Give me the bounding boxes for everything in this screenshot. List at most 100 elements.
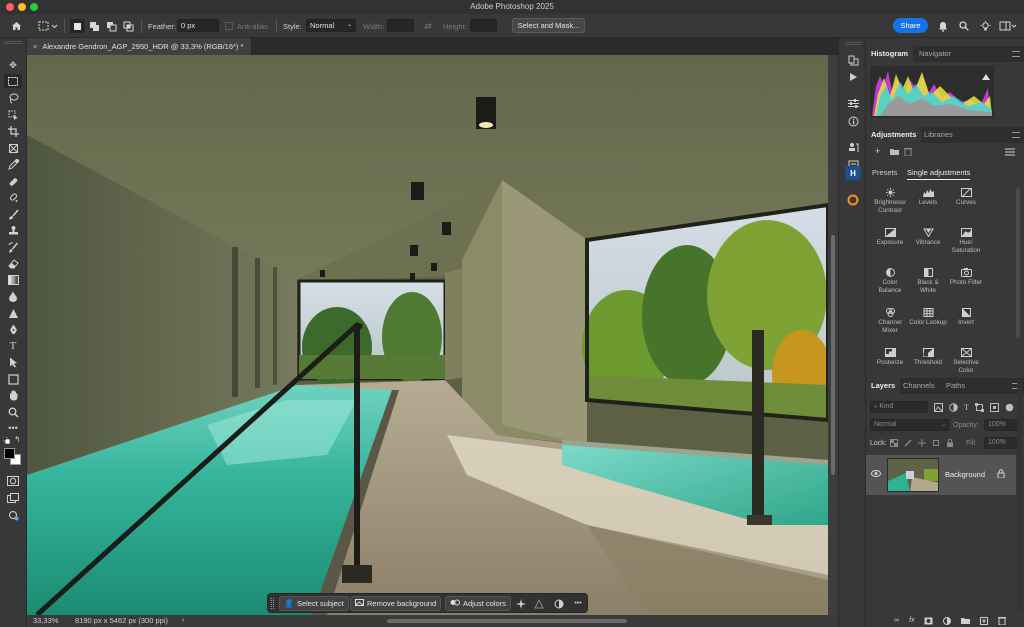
new-selection-icon[interactable] — [70, 19, 85, 33]
eye-icon[interactable] — [871, 470, 881, 479]
horizontal-scroll-thumb[interactable] — [387, 619, 627, 623]
rectangular-marquee-tool-icon[interactable] — [4, 74, 22, 88]
style-select[interactable]: Normal ⌄ — [306, 19, 356, 32]
opacity-input[interactable]: 100% — [984, 419, 1018, 431]
new-adjustment-layer-icon[interactable] — [943, 616, 952, 625]
default-colors-icon[interactable] — [2, 436, 10, 444]
tab-paths[interactable]: Paths — [941, 378, 970, 394]
remove-tool-icon[interactable] — [4, 190, 22, 204]
plugin-ring-icon[interactable] — [845, 193, 861, 207]
spot-healing-brush-tool-icon[interactable] — [4, 174, 22, 188]
lock-transparent-icon[interactable] — [890, 439, 898, 447]
layer-style-icon[interactable]: fx — [909, 617, 914, 624]
adjustment-black-white[interactable]: Black & White — [909, 268, 947, 294]
tab-adjustments[interactable]: Adjustments — [866, 127, 922, 143]
crop-tool-icon[interactable] — [4, 124, 22, 138]
edit-toolbar-icon[interactable] — [4, 508, 22, 522]
lock-artboard-icon[interactable] — [932, 439, 940, 447]
fill-input[interactable]: 100% — [984, 437, 1018, 449]
adjustment-hue-saturation[interactable]: Hue/ Saturation — [947, 228, 985, 254]
add-to-selection-icon[interactable] — [87, 19, 101, 33]
history-panel-icon[interactable] — [845, 53, 861, 67]
swap-dimensions-icon[interactable]: ⇄ — [422, 19, 434, 33]
adjustment-brightness-contrast[interactable]: Brightness/ Contrast — [871, 188, 909, 214]
move-tool-icon[interactable]: ✥ — [4, 58, 22, 72]
add-mask-icon[interactable] — [924, 617, 933, 625]
blur-tool-icon[interactable] — [4, 289, 22, 303]
remove-background-button[interactable]: Remove background — [350, 596, 442, 611]
bell-icon[interactable] — [936, 19, 950, 33]
more-options-icon[interactable]: ••• — [571, 597, 585, 610]
plugin-h-icon[interactable]: H — [845, 166, 861, 180]
tab-libraries[interactable]: Libraries — [919, 127, 958, 143]
adjustment-circle-icon[interactable] — [553, 597, 565, 610]
zoom-level[interactable]: 33,33% — [33, 616, 58, 625]
layer-row-background[interactable]: Background — [866, 455, 1016, 495]
layers-scrollbar[interactable] — [1017, 380, 1022, 610]
shape-filter-icon[interactable] — [974, 403, 984, 412]
hand-tool-icon[interactable] — [4, 388, 22, 402]
adjustment-levels[interactable]: Levels — [909, 188, 947, 207]
adjustment-selective-color[interactable]: Selective Color — [947, 348, 985, 374]
screen-mode-icon[interactable] — [4, 491, 22, 505]
adjustment-curves[interactable]: Curves — [947, 188, 985, 207]
pen-tool-icon[interactable] — [4, 322, 22, 336]
lock-all-icon[interactable] — [946, 439, 954, 447]
swap-colors-icon[interactable]: ↰ — [14, 435, 23, 444]
type-filter-icon[interactable]: T — [964, 403, 969, 412]
frame-tool-icon[interactable] — [4, 141, 22, 155]
dodge-tool-icon[interactable] — [4, 306, 22, 320]
height-input[interactable] — [470, 19, 497, 32]
trash-icon[interactable] — [904, 147, 912, 158]
strip-grip[interactable] — [845, 42, 861, 45]
status-chevron-icon[interactable]: › — [182, 615, 185, 624]
document-canvas[interactable] — [27, 55, 828, 615]
pixel-filter-icon[interactable] — [934, 403, 943, 412]
workspace-icon[interactable] — [998, 19, 1018, 33]
tools-grip[interactable] — [4, 41, 22, 44]
tab-navigator[interactable]: Navigator — [914, 46, 956, 62]
vertical-scroll-thumb[interactable] — [831, 235, 835, 475]
lock-pixels-icon[interactable] — [904, 439, 912, 447]
share-button[interactable]: Share — [893, 18, 928, 33]
blend-mode-select[interactable]: Normal ⌄ — [870, 419, 950, 431]
quick-mask-icon[interactable] — [4, 474, 22, 488]
adjustment-threshold[interactable]: Threshold — [909, 348, 947, 367]
history-brush-tool-icon[interactable] — [4, 240, 22, 254]
adjust-colors-button[interactable]: Adjust colors — [445, 596, 511, 611]
new-layer-icon[interactable] — [980, 616, 989, 625]
path-selection-tool-icon[interactable] — [4, 355, 22, 369]
tab-channels[interactable]: Channels — [898, 378, 940, 394]
adjustment-channel-mixer[interactable]: Channel Mixer — [871, 308, 909, 334]
generative-icon[interactable] — [515, 597, 527, 610]
select-subject-button[interactable]: 👤 Select subject — [279, 596, 349, 611]
rectangle-tool-icon[interactable] — [4, 372, 22, 386]
brush-tool-icon[interactable] — [4, 207, 22, 221]
play-actions-icon[interactable] — [845, 70, 861, 84]
width-input[interactable] — [387, 19, 414, 32]
zoom-tool-icon[interactable] — [4, 405, 22, 419]
home-icon[interactable] — [8, 19, 24, 33]
gradient-tool-icon[interactable] — [4, 273, 22, 287]
more-tools-icon[interactable]: ••• — [4, 421, 22, 435]
foreground-color-swatch[interactable] — [4, 448, 15, 459]
intersect-selection-icon[interactable] — [121, 19, 135, 33]
properties-panel-icon[interactable] — [845, 96, 861, 110]
layer-kind-filter[interactable]: ⌕ Kind — [870, 401, 928, 413]
layer-name[interactable]: Background — [945, 470, 985, 479]
adjustment-invert[interactable]: Invert — [947, 308, 985, 327]
search-icon[interactable] — [957, 19, 971, 33]
select-and-mask-button[interactable]: Select and Mask... — [512, 18, 585, 33]
taskbar-grip[interactable] — [271, 598, 274, 609]
document-tab[interactable]: × Alexandre Gendron_AGP_2950_HDR @ 33,3% … — [27, 38, 252, 55]
object-selection-tool-icon[interactable] — [4, 108, 22, 122]
adjustment-filter-icon[interactable] — [949, 403, 958, 412]
new-group-icon[interactable] — [961, 617, 971, 624]
subtract-from-selection-icon[interactable] — [104, 19, 118, 33]
panel-menu-icon[interactable] — [1012, 132, 1020, 138]
folder-icon[interactable] — [890, 148, 899, 157]
clone-source-icon[interactable] — [845, 140, 861, 154]
antialias-checkbox[interactable] — [225, 22, 233, 30]
close-icon[interactable]: × — [33, 42, 37, 51]
adjustment-posterize[interactable]: Posterize — [871, 348, 909, 367]
